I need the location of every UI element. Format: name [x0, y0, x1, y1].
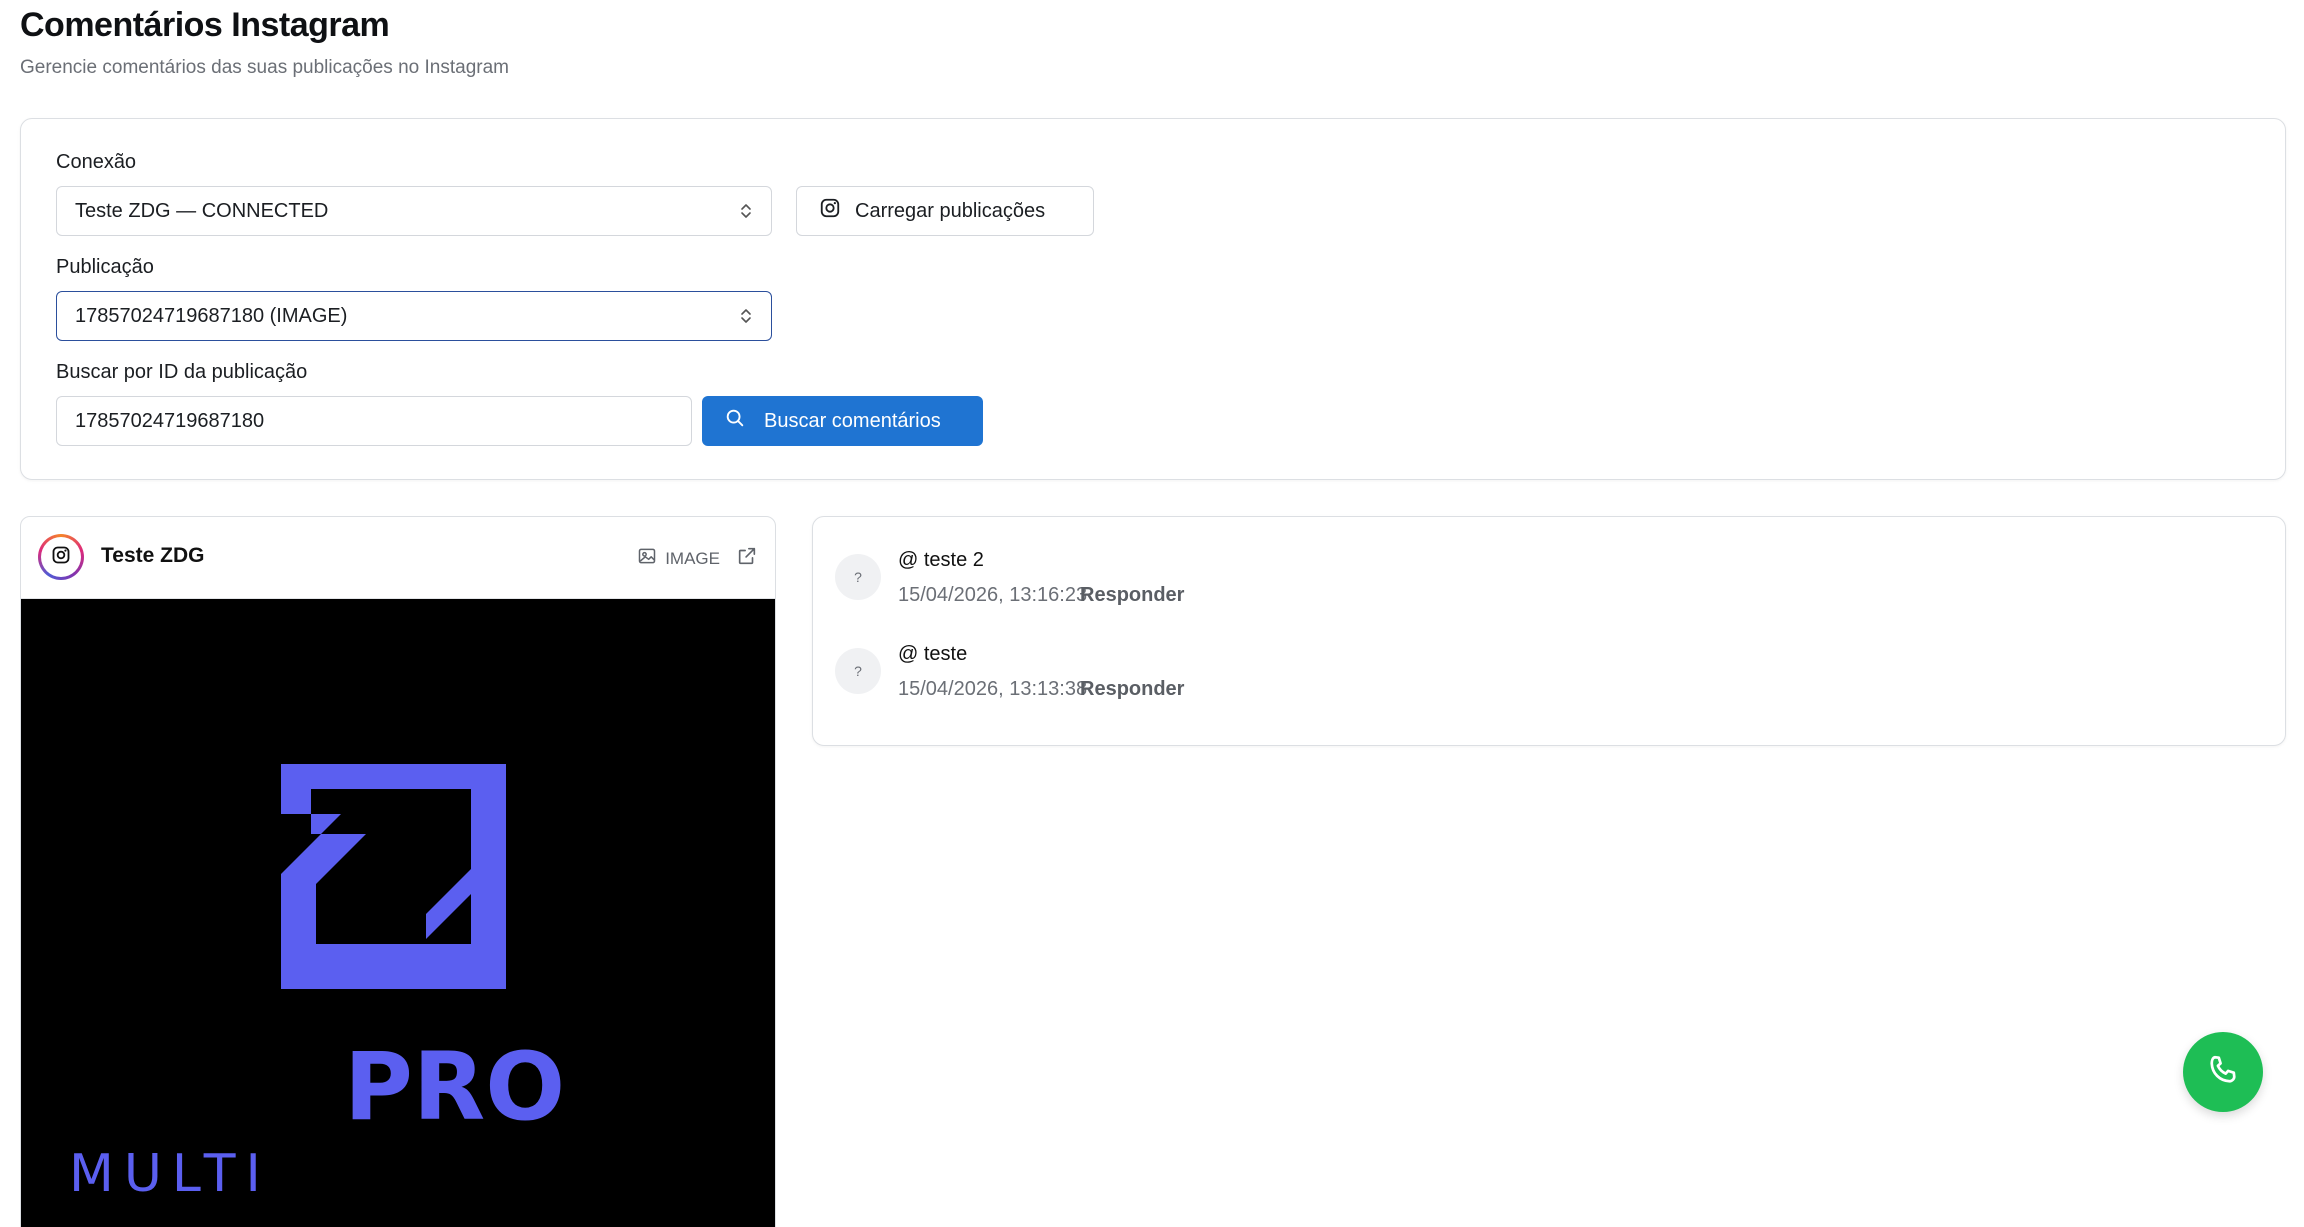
filter-card: Conexão Teste ZDG — CONNECTED Carregar p…: [20, 118, 2286, 480]
post-preview-card: Teste ZDG IMAGE PRO MULTI: [20, 516, 776, 1227]
comment-timestamp: 15/04/2026, 13:16:23: [898, 584, 1088, 606]
comments-card: ? @ teste 2 15/04/2026, 13:16:23 Respond…: [812, 516, 2286, 746]
reply-button[interactable]: Responder: [1080, 584, 1184, 607]
logo-text-pro: PRO: [344, 1033, 565, 1142]
connection-select[interactable]: Teste ZDG — CONNECTED: [56, 186, 772, 236]
account-avatar: [38, 534, 84, 580]
media-type-badge: IMAGE: [637, 545, 758, 572]
phone-icon: [2205, 1052, 2241, 1093]
page-subtitle: Gerencie comentários das suas publicaçõe…: [20, 57, 509, 78]
post-id-input[interactable]: 17857024719687180: [56, 396, 692, 446]
comment-avatar: ?: [835, 648, 881, 694]
comment-author: @ teste 2: [898, 549, 984, 571]
post-select[interactable]: 17857024719687180 (IMAGE): [56, 291, 772, 341]
search-icon: [724, 407, 746, 435]
search-label: Buscar por ID da publicação: [56, 361, 308, 383]
comment-item: ? @ teste 15/04/2026, 13:13:38 Responder: [835, 643, 1535, 713]
post-header: Teste ZDG IMAGE: [21, 517, 775, 599]
search-comments-label: Buscar comentários: [764, 409, 941, 432]
post-id-input-value: 17857024719687180: [75, 409, 265, 432]
logo-text-multi: MULTI: [69, 1144, 271, 1204]
load-posts-button[interactable]: Carregar publicações: [796, 186, 1094, 236]
whatsapp-call-button[interactable]: [2183, 1032, 2263, 1112]
zdg-logo: PRO MULTI: [69, 764, 565, 1204]
comment-item: ? @ teste 2 15/04/2026, 13:16:23 Respond…: [835, 549, 1535, 619]
instagram-icon: [51, 545, 71, 570]
reply-button[interactable]: Responder: [1080, 678, 1184, 701]
media-type-label: IMAGE: [665, 548, 720, 568]
comment-author: @ teste: [898, 643, 968, 665]
load-posts-label: Carregar publicações: [855, 199, 1046, 222]
comment-timestamp: 15/04/2026, 13:13:38: [898, 678, 1088, 700]
connection-select-value: Teste ZDG — CONNECTED: [75, 199, 329, 222]
post-select-value: 17857024719687180 (IMAGE): [75, 304, 348, 327]
search-comments-button[interactable]: Buscar comentários: [702, 396, 983, 446]
page: Comentários Instagram Gerencie comentári…: [0, 0, 2304, 1227]
post-image: PRO MULTI: [21, 599, 775, 1227]
post-label: Publicação: [56, 256, 154, 278]
image-icon: [637, 546, 657, 571]
comment-avatar: ?: [835, 554, 881, 600]
external-link-icon[interactable]: [736, 545, 758, 572]
connection-label: Conexão: [56, 151, 137, 173]
instagram-icon: [819, 197, 841, 225]
chevron-up-down-icon: [739, 306, 753, 326]
account-name: Teste ZDG: [101, 544, 205, 567]
chevron-up-down-icon: [739, 201, 753, 221]
page-title: Comentários Instagram: [20, 6, 390, 44]
